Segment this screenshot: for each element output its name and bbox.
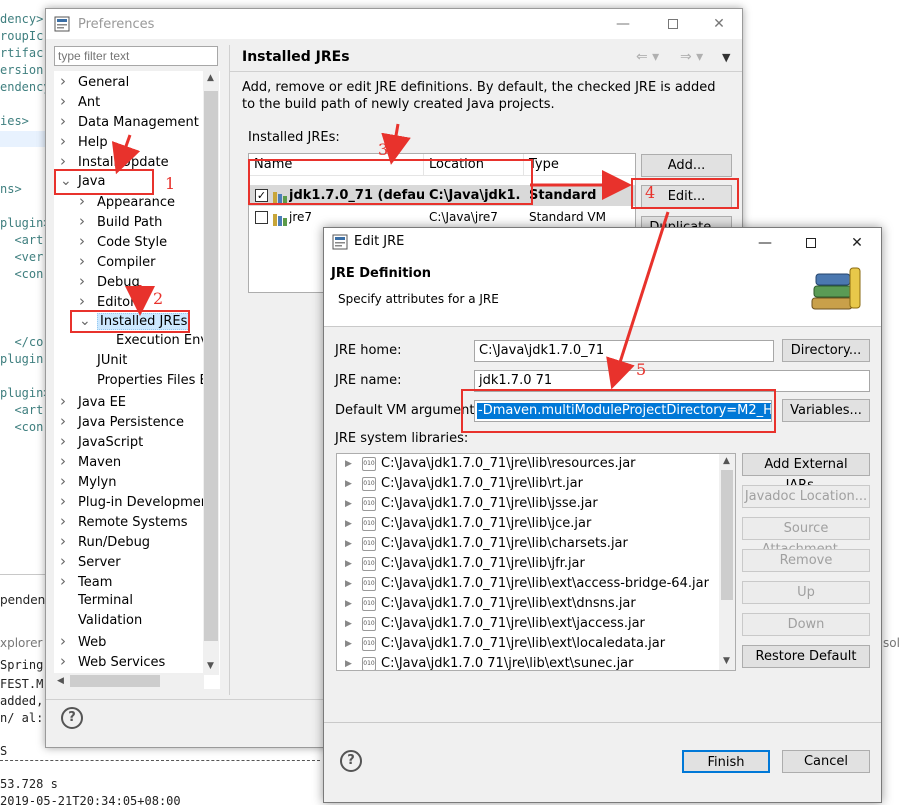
annotation-arrows [111,123,670,390]
annotation-arrow-3 [381,123,411,165]
annotation-arrow-1 [111,134,141,175]
annotation-arrow-5 [606,211,670,390]
